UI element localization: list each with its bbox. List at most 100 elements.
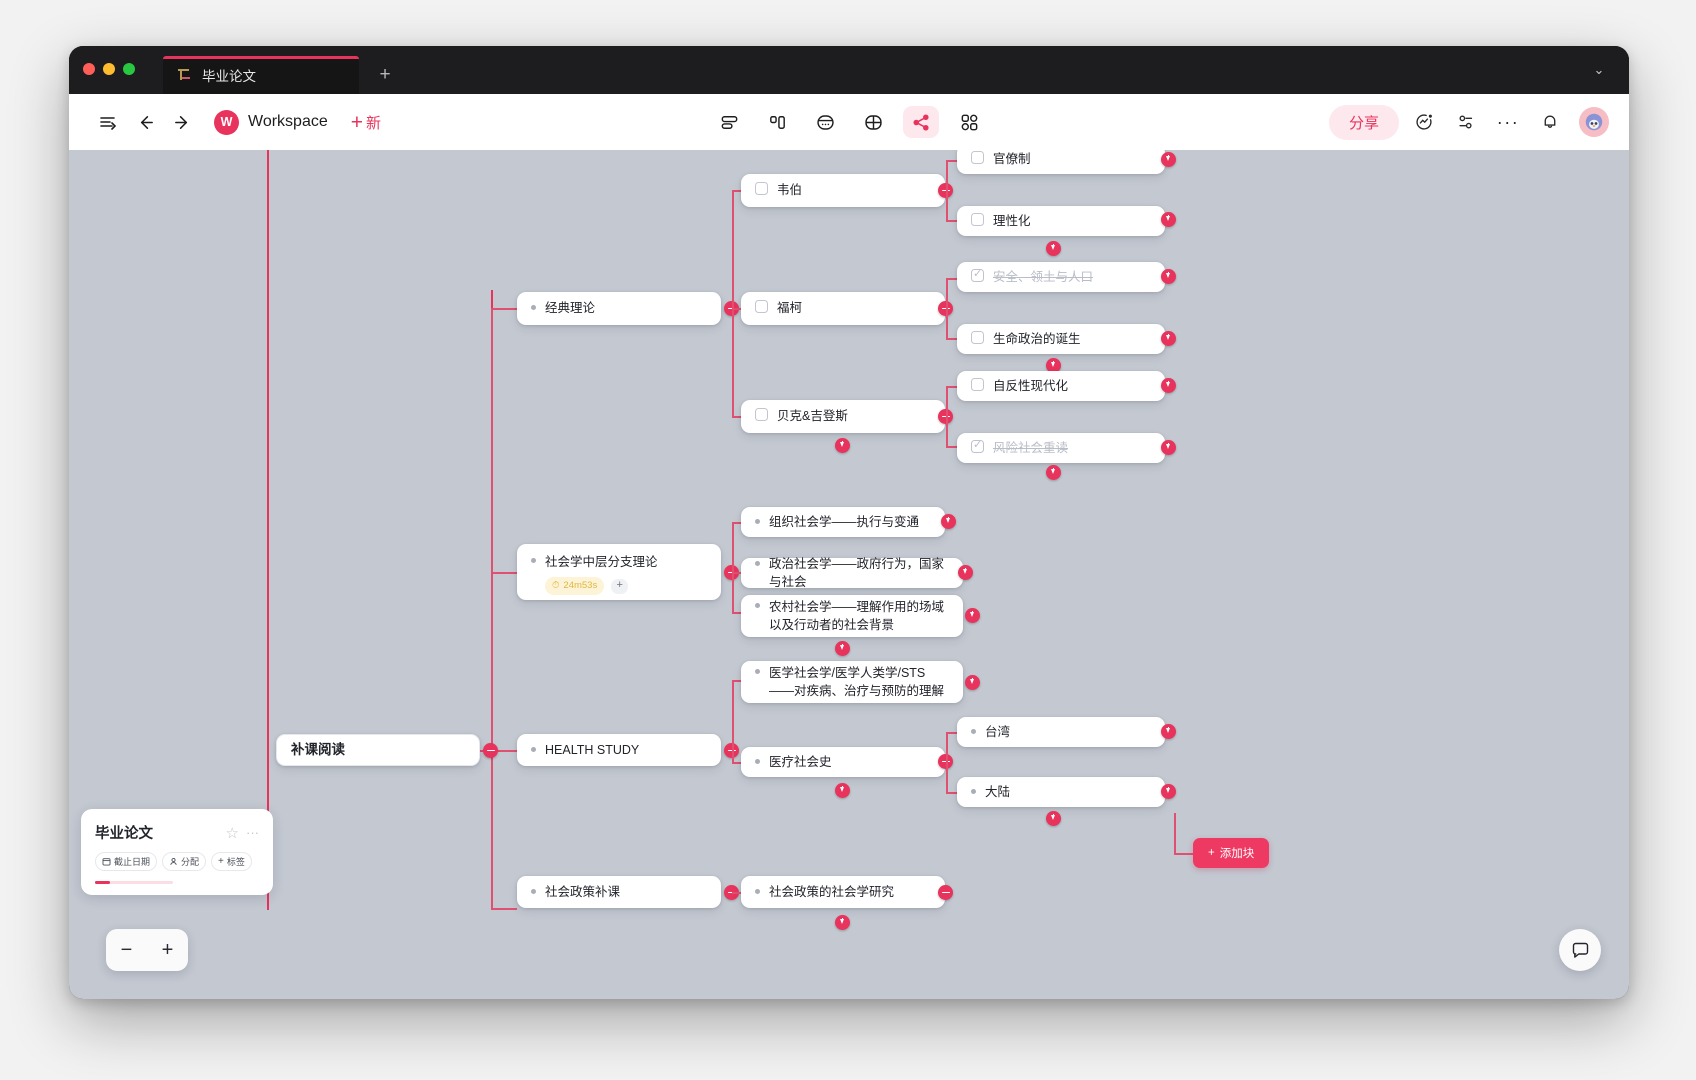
- close-window-button[interactable]: [83, 63, 95, 75]
- new-tab-button[interactable]: +: [373, 63, 397, 87]
- expand-knob[interactable]: [958, 565, 973, 580]
- mindmap-node[interactable]: 大陆: [957, 777, 1165, 807]
- more-icon[interactable]: ···: [1491, 105, 1525, 139]
- bell-icon[interactable]: [1533, 105, 1567, 139]
- expand-knob[interactable]: [1161, 724, 1176, 739]
- expand-knob[interactable]: [1161, 212, 1176, 227]
- mindmap-node[interactable]: 组织社会学——执行与变通: [741, 507, 945, 537]
- list-view-icon[interactable]: [711, 106, 747, 138]
- mindmap-node[interactable]: 政治社会学——政府行为，国家与社会: [741, 557, 963, 589]
- mindmap-node[interactable]: 自反性现代化: [957, 371, 1165, 401]
- checkbox[interactable]: [971, 150, 984, 164]
- expand-knob[interactable]: [1161, 269, 1176, 284]
- mindmap-node[interactable]: 社会学中层分支理论 ⏱ 24m53s +: [517, 544, 721, 600]
- minimize-window-button[interactable]: [103, 63, 115, 75]
- expand-knob[interactable]: [1161, 152, 1176, 167]
- mindmap-node[interactable]: 医疗社会史: [741, 747, 945, 777]
- add-block-button[interactable]: + 添加块: [1193, 838, 1270, 868]
- mindmap-node[interactable]: 福柯: [741, 292, 945, 325]
- zoom-in-button[interactable]: +: [162, 939, 174, 962]
- expand-knob[interactable]: [941, 514, 956, 529]
- forward-icon[interactable]: [165, 105, 199, 139]
- bullet-icon: [755, 602, 760, 608]
- mindmap-canvas[interactable]: 补课阅读 经典理论 韦伯 官僚制 理性化 福柯 ✓ 安全、领土与人口 生命政治的…: [69, 150, 1629, 999]
- connector: [491, 310, 493, 910]
- zoom-out-button[interactable]: −: [121, 939, 133, 962]
- mindmap-node[interactable]: 安全、领土与人口: [957, 262, 1165, 292]
- activity-icon[interactable]: [1407, 105, 1441, 139]
- expand-knob[interactable]: [965, 608, 980, 623]
- due-date-button[interactable]: 截止日期: [95, 852, 158, 871]
- bullet-icon: [755, 518, 760, 524]
- avatar[interactable]: [1579, 107, 1609, 137]
- add-tag-button[interactable]: +: [611, 578, 629, 594]
- expand-knob[interactable]: [1161, 440, 1176, 455]
- checkbox[interactable]: [971, 212, 984, 226]
- mindmap-view-icon[interactable]: [903, 106, 939, 138]
- timer-icon: ⏱: [552, 580, 560, 592]
- mindmap-node[interactable]: 经典理论: [517, 292, 721, 325]
- node-label: HEALTH STUDY: [545, 742, 640, 757]
- mindmap-node[interactable]: 风险社会重读: [957, 433, 1165, 463]
- expand-knob[interactable]: [1046, 465, 1061, 480]
- expand-knob[interactable]: [835, 438, 850, 453]
- task-card[interactable]: 毕业论文 ☆ ··· 截止日期 分配 + 标签: [81, 809, 273, 895]
- add-tag-chip[interactable]: + 标签: [211, 852, 252, 871]
- checkbox[interactable]: [755, 300, 768, 314]
- tab-active[interactable]: 毕业论文: [163, 56, 359, 94]
- collapse-knob[interactable]: [483, 743, 498, 758]
- node-label: 医学社会学/医学人类学/STS——对疾病、治疗与预防的理解: [769, 665, 945, 698]
- expand-knob[interactable]: [1161, 784, 1176, 799]
- node-label: 组织社会学——执行与变通: [769, 514, 920, 529]
- mindmap-node[interactable]: 社会政策补课: [517, 876, 721, 908]
- expand-knob[interactable]: [1161, 331, 1176, 346]
- chat-button[interactable]: [1559, 929, 1601, 971]
- checkbox[interactable]: [971, 377, 984, 391]
- filter-icon[interactable]: [1449, 105, 1483, 139]
- mindmap-node[interactable]: 理性化: [957, 206, 1165, 236]
- expand-knob[interactable]: [835, 783, 850, 798]
- chevron-down-icon[interactable]: ⌄: [1589, 60, 1609, 80]
- expand-knob[interactable]: [965, 675, 980, 690]
- checkbox[interactable]: [971, 438, 984, 454]
- mindmap-node[interactable]: 台湾: [957, 717, 1165, 747]
- expand-knob[interactable]: [1046, 241, 1061, 256]
- mindmap-node[interactable]: 生命政治的诞生: [957, 324, 1165, 354]
- status-badge[interactable]: ⏱ 24m53s: [545, 577, 605, 595]
- mindmap-node[interactable]: HEALTH STUDY: [517, 734, 721, 766]
- mindmap-node[interactable]: 医学社会学/医学人类学/STS——对疾病、治疗与预防的理解: [741, 661, 963, 703]
- expand-knob[interactable]: [1046, 811, 1061, 826]
- assign-label: 分配: [181, 857, 200, 867]
- new-button[interactable]: + 新: [351, 112, 381, 133]
- mindmap-node[interactable]: 农村社会学——理解作用的场域以及行动者的社会背景: [741, 595, 963, 637]
- checkbox[interactable]: [755, 182, 768, 196]
- table-view-icon[interactable]: [807, 106, 843, 138]
- node-label: 风险社会重读: [993, 440, 1069, 455]
- grid-view-icon[interactable]: [855, 106, 891, 138]
- expand-knob[interactable]: [835, 641, 850, 656]
- gallery-view-icon[interactable]: [951, 106, 987, 138]
- node-label: 韦伯: [777, 183, 803, 198]
- sidebar-toggle-icon[interactable]: [91, 105, 125, 139]
- assign-button[interactable]: 分配: [162, 852, 207, 871]
- share-button[interactable]: 分享: [1328, 104, 1399, 140]
- checkbox[interactable]: [971, 267, 984, 283]
- mindmap-root-node[interactable]: 补课阅读: [276, 734, 480, 766]
- mindmap-node[interactable]: 社会政策的社会学研究: [741, 876, 945, 908]
- checkbox[interactable]: [971, 330, 984, 344]
- bullet-icon: [755, 668, 760, 674]
- collapse-knob[interactable]: [938, 885, 953, 900]
- board-view-icon[interactable]: [759, 106, 795, 138]
- workspace-selector[interactable]: W Workspace: [214, 109, 328, 135]
- expand-knob[interactable]: [1161, 378, 1176, 393]
- maximize-window-button[interactable]: [123, 63, 135, 75]
- plus-icon: +: [1208, 847, 1215, 859]
- checkbox[interactable]: [755, 408, 768, 422]
- mindmap-node[interactable]: 贝克&吉登斯: [741, 400, 945, 433]
- expand-knob[interactable]: [835, 915, 850, 930]
- back-icon[interactable]: [128, 105, 162, 139]
- more-icon[interactable]: ···: [246, 826, 259, 839]
- star-icon[interactable]: ☆: [226, 824, 239, 842]
- mindmap-node[interactable]: 官僚制: [957, 150, 1165, 174]
- mindmap-node[interactable]: 韦伯: [741, 174, 945, 207]
